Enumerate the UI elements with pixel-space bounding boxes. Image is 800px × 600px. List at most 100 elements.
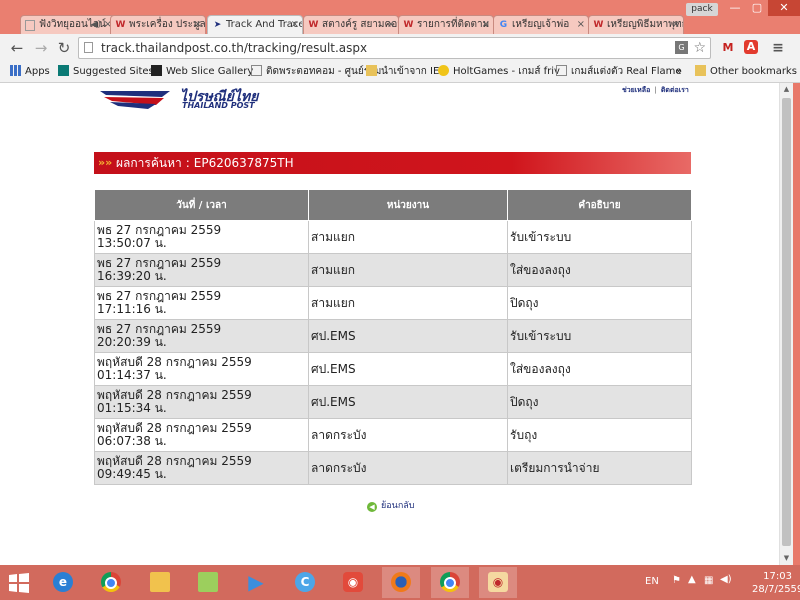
taskbar-chrome-pinned[interactable] — [92, 567, 130, 598]
gmail-icon[interactable]: M — [720, 40, 736, 56]
scrollbar-thumb[interactable] — [782, 98, 791, 546]
table-row: พธ 27 กรกฎาคม 2559 16:39:20 น. สามแยก ใส่… — [94, 253, 692, 287]
tab-siamcom[interactable]: W สตางค์รู สยามคอม × — [303, 15, 399, 34]
scroll-up-icon[interactable]: ▲ — [780, 83, 793, 96]
chrome-icon — [440, 572, 460, 592]
bookmark-amulet-site[interactable]: ติดพระตอทคอม - ศูนย์รวม — [251, 65, 381, 79]
language-indicator[interactable]: EN — [645, 576, 659, 587]
clock-time[interactable]: 17:03 — [752, 571, 792, 582]
forward-arrow-icon[interactable]: → — [32, 39, 50, 57]
tab-watchlist[interactable]: W รายการที่ติดตาม × — [398, 15, 494, 34]
column-header-datetime: วันที่ / เวลา — [94, 189, 309, 221]
table-row: พฤหัสบดี 28 กรกฎาคม 2559 01:14:37 น. ศป.E… — [94, 352, 692, 386]
close-icon[interactable]: × — [291, 16, 299, 34]
windows-start-icon[interactable] — [8, 572, 30, 594]
office-cell: สามแยก — [308, 286, 508, 320]
close-icon[interactable]: × — [672, 16, 680, 34]
taskbar-firefox[interactable] — [382, 567, 420, 598]
office-cell: ลาดกระบัง — [308, 418, 508, 452]
adobe-icon[interactable]: A — [744, 40, 758, 54]
thailandpost-icon: ➤ — [213, 20, 222, 30]
close-icon[interactable]: × — [194, 16, 202, 34]
bookmark-web-slice-gallery[interactable]: Web Slice Gallery — [151, 65, 253, 79]
scroll-down-icon[interactable]: ▼ — [780, 552, 793, 565]
page-icon — [25, 20, 35, 31]
chevron-up-icon[interactable]: ▲ — [688, 574, 696, 585]
time-text: 01:15:34 น. — [97, 401, 167, 415]
table-row: พธ 27 กรกฎาคม 2559 13:50:07 น. สามแยก รับ… — [94, 220, 692, 254]
taskbar-cc-app[interactable]: C — [286, 567, 324, 598]
minimize-icon[interactable]: — — [724, 0, 746, 16]
bookmark-dressup-games[interactable]: เกมส์แต่งตัว Real Flame — [556, 65, 682, 79]
taskbar-file-explorer[interactable] — [141, 567, 179, 598]
tab-track-and-trace[interactable]: ➤ Track And Trace × — [207, 15, 303, 34]
datetime-cell: พธ 27 กรกฎาคม 2559 17:11:16 น. — [94, 286, 309, 320]
taskbar-chrome-running[interactable] — [431, 567, 469, 598]
time-text: 16:39:20 น. — [97, 269, 167, 283]
column-header-office: หน่วยงาน — [308, 189, 508, 221]
bookmark-import-ie[interactable]: นำเข้าจาก IE — [366, 65, 439, 79]
address-bar[interactable]: track.thailandpost.co.th/tracking/result… — [78, 37, 711, 59]
tracking-number: EP620637875TH — [193, 156, 294, 170]
office-cell: ศป.EMS — [308, 352, 508, 386]
tab-strip: ฟังวิทยุออนไลน์ ◀) × W พระเครื่อง ประมูล… — [0, 0, 800, 34]
tab-google-search[interactable]: G เหรียญเจ้าพ่อ × — [493, 15, 589, 34]
translate-icon[interactable]: G — [675, 41, 688, 54]
help-link[interactable]: ช่วยเหลือ — [622, 86, 650, 94]
time-text: 01:14:37 น. — [97, 368, 167, 382]
media-player-icon: ▶ — [248, 570, 264, 594]
taskbar-stickies[interactable] — [189, 567, 227, 598]
vertical-scrollbar[interactable]: ▲ ▼ — [779, 83, 793, 565]
close-icon[interactable]: × — [482, 16, 490, 34]
time-text: 06:07:38 น. — [97, 434, 167, 448]
windows-taskbar: e ▶ C ◉ ◉ EN ⚑ ▲ ▦ ◀) 17:03 28/7/2559 — [0, 565, 800, 600]
tab-coin[interactable]: W เหรียญพิธีมหาพุทธาภิเษก × — [588, 15, 684, 34]
bookmark-suggested-sites[interactable]: Suggested Sites — [58, 65, 154, 79]
tab-amulet[interactable]: W พระเครื่อง ประมูล × — [110, 15, 206, 34]
bookmarks-bar: Apps Suggested Sites Web Slice Gallery ต… — [0, 62, 800, 83]
datetime-cell: พฤหัสบดี 28 กรกฎาคม 2559 01:14:37 น. — [94, 352, 309, 386]
description-cell: ใส่ของลงถุง — [507, 352, 692, 386]
bookmarks-overflow-button[interactable]: » — [676, 65, 682, 79]
network-icon[interactable]: ▦ — [704, 575, 713, 586]
maximize-icon[interactable]: ▢ — [746, 0, 768, 16]
bookmark-apps[interactable]: Apps — [10, 65, 50, 79]
page-icon — [556, 65, 567, 76]
bookmark-holtgames[interactable]: HoltGames - เกมส์ friv — [438, 65, 560, 79]
bookmark-other-bookmarks[interactable]: Other bookmarks — [695, 65, 797, 79]
w-logo-icon: W — [593, 20, 604, 30]
contact-link[interactable]: ติดต่อเรา — [661, 86, 689, 94]
close-window-icon[interactable]: ✕ — [768, 0, 800, 16]
office-cell: สามแยก — [308, 220, 508, 254]
clock-date[interactable]: 28/7/2559 — [752, 584, 800, 595]
taskbar-eye-app[interactable]: ◉ — [479, 567, 517, 598]
flag-icon[interactable]: ⚑ — [672, 575, 681, 586]
menu-icon[interactable]: ≡ — [770, 40, 786, 56]
tab-label: รายการที่ติดตาม — [417, 19, 490, 30]
folder-icon — [366, 65, 377, 76]
page-content: ไปรษณีย์ไทย THAILAND POST ช่วยเหลือ | ติดต… — [0, 83, 779, 565]
close-icon[interactable]: × — [387, 16, 395, 34]
star-icon[interactable]: ☆ — [693, 38, 706, 58]
browser-toolbar: ← → ↻ track.thailandpost.co.th/tracking/… — [0, 34, 800, 62]
speaker-icon[interactable]: ◀) — [91, 16, 101, 34]
double-arrow-icon: »» — [98, 156, 113, 169]
back-label: ย้อนกลับ — [381, 501, 415, 511]
volume-icon[interactable]: ◀) — [720, 574, 732, 585]
taskbar-app[interactable]: ◉ — [334, 567, 372, 598]
table-row: พธ 27 กรกฎาคม 2559 17:11:16 น. สามแยก ปิด… — [94, 286, 692, 320]
datetime-cell: พฤหัสบดี 28 กรกฎาคม 2559 09:49:45 น. — [94, 451, 309, 485]
profile-badge[interactable]: pack — [686, 3, 718, 16]
taskbar-ie[interactable]: e — [44, 567, 82, 598]
firefox-icon — [391, 572, 411, 592]
back-arrow-icon[interactable]: ← — [8, 39, 26, 57]
reload-icon[interactable]: ↻ — [55, 39, 73, 57]
description-cell: ปิดถุง — [507, 286, 692, 320]
close-icon[interactable]: × — [577, 16, 585, 34]
back-link[interactable]: ◀ ย้อนกลับ — [367, 498, 415, 512]
thailand-post-logo[interactable]: ไปรษณีย์ไทย THAILAND POST — [100, 83, 260, 113]
page-icon — [84, 42, 93, 53]
taskbar-media-player[interactable]: ▶ — [237, 567, 275, 598]
tab-radio[interactable]: ฟังวิทยุออนไลน์ ◀) × — [20, 15, 116, 34]
eagle-wing-icon — [100, 91, 170, 109]
